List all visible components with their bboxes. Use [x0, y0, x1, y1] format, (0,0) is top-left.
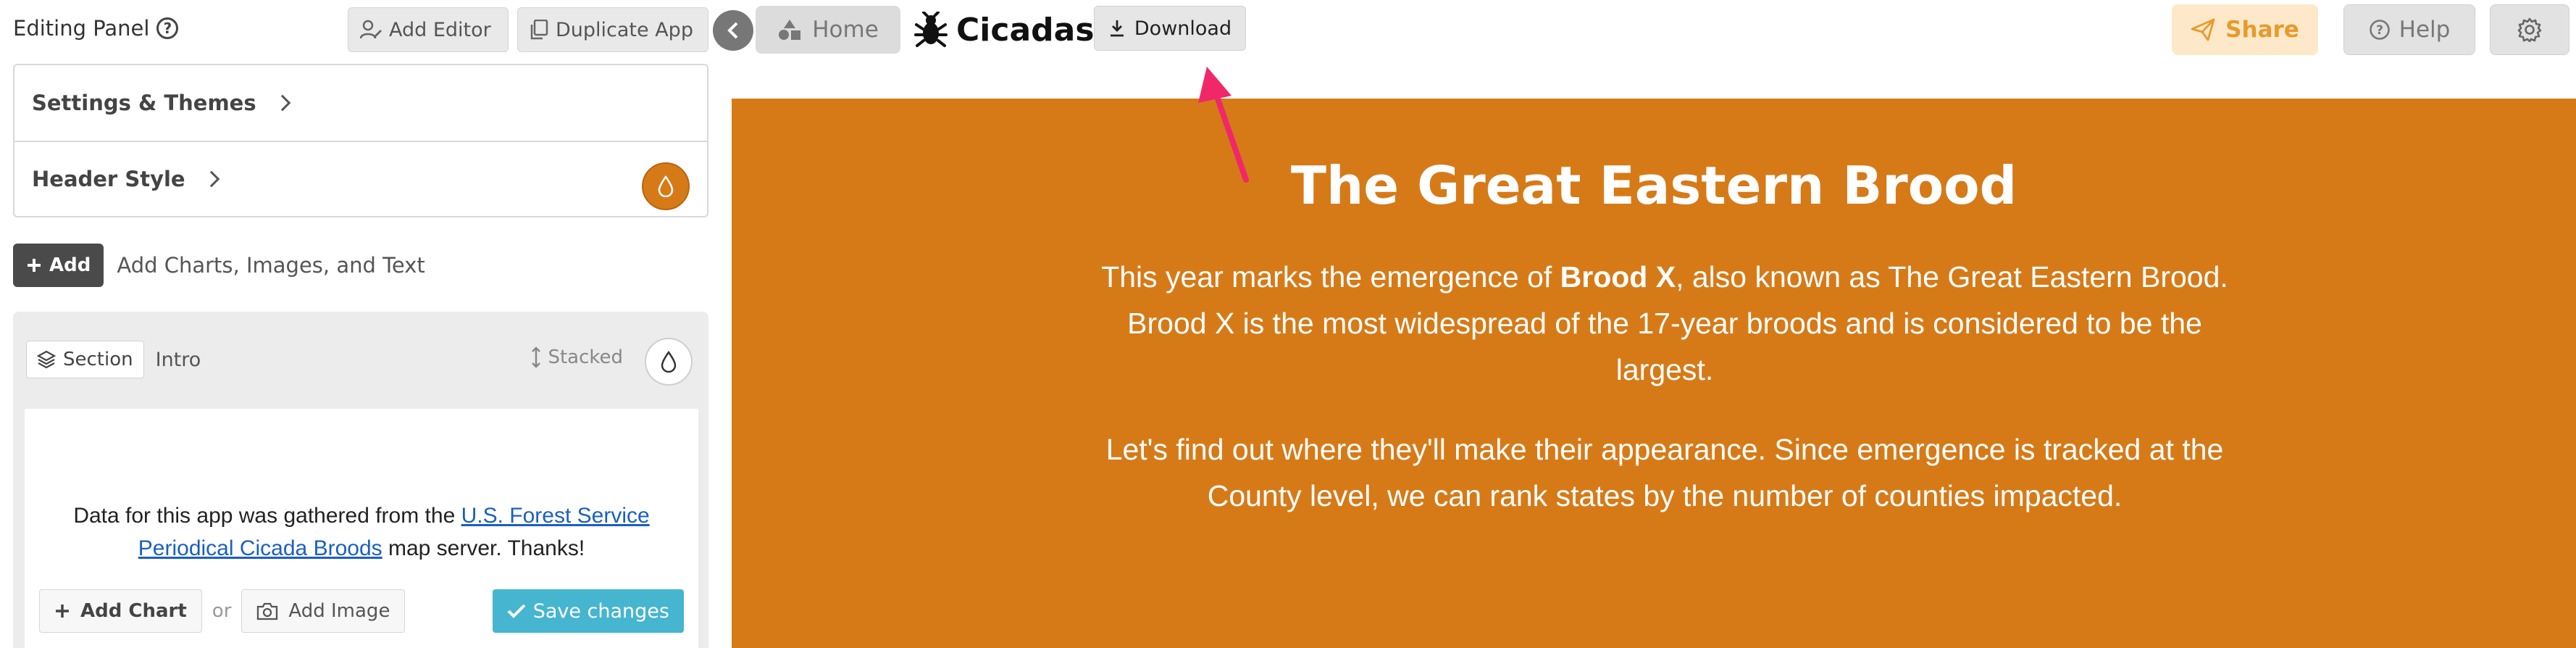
layout-toggle[interactable]: Stacked — [530, 346, 623, 368]
collapse-panel-button[interactable] — [713, 10, 753, 51]
bug-icon — [914, 12, 948, 47]
app-title: Cicadas — [914, 6, 1095, 54]
section-chip-label: Section — [63, 349, 133, 370]
panel-title-text: Editing Panel — [13, 16, 150, 41]
section-actions: Add Chart or Add Image Save changes — [39, 589, 684, 634]
add-hint: Add Charts, Images, and Text — [117, 253, 425, 278]
vertical-arrows-icon — [532, 346, 541, 368]
help-label: Help — [2399, 17, 2451, 43]
section-color-button[interactable] — [645, 338, 693, 386]
chevron-right-icon — [274, 94, 290, 112]
svg-text:?: ? — [2376, 23, 2383, 38]
check-icon — [507, 604, 526, 618]
gear-icon — [2517, 17, 2542, 42]
home-label: Home — [812, 17, 879, 43]
add-editor-button[interactable]: Add Editor — [348, 7, 509, 52]
layers-icon — [37, 350, 56, 369]
add-chart-label: Add Chart — [80, 600, 187, 622]
p1-before: This year marks the emergence of — [1101, 260, 1560, 294]
shapes-icon — [779, 20, 801, 40]
section-name: Intro — [155, 348, 201, 371]
duplicate-app-label: Duplicate App — [556, 18, 693, 41]
app-name-text: Cicadas — [956, 11, 1095, 49]
add-button-label: Add — [49, 254, 91, 276]
camera-icon — [257, 602, 278, 620]
preview-title: The Great Eastern Brood — [1290, 155, 2017, 216]
droplet-icon — [658, 175, 674, 197]
add-image-button[interactable]: Add Image — [241, 589, 406, 633]
download-label: Download — [1134, 17, 1232, 40]
credit-after: map server. Thanks! — [382, 536, 585, 560]
layout-label: Stacked — [548, 346, 623, 368]
save-changes-button[interactable]: Save changes — [492, 589, 684, 633]
chevron-left-icon — [727, 22, 738, 39]
add-image-label: Add Image — [288, 600, 390, 622]
share-button[interactable]: Share — [2172, 4, 2318, 55]
add-editor-label: Add Editor — [389, 18, 491, 41]
panel-title: Editing Panel ? — [13, 13, 179, 43]
header-color-button[interactable] — [642, 162, 690, 210]
plus-icon — [56, 605, 69, 618]
duplicate-app-button[interactable]: Duplicate App — [517, 7, 708, 52]
preview-paragraph-1: This year marks the emergence of Brood X… — [1100, 254, 2230, 393]
section-type-chip[interactable]: Section — [26, 341, 144, 378]
editing-panel: Editing Panel ? Add Editor Duplicate App… — [0, 0, 724, 648]
settings-gear-button[interactable] — [2490, 4, 2569, 55]
droplet-icon — [661, 351, 677, 373]
add-chart-button[interactable]: Add Chart — [39, 589, 202, 633]
copy-icon — [530, 20, 548, 40]
home-button[interactable]: Home — [756, 6, 900, 54]
settings-themes-row[interactable]: Settings & Themes — [14, 65, 707, 141]
p1-bold: Brood X — [1560, 260, 1676, 294]
add-button[interactable]: Add — [13, 244, 104, 287]
section-card: Section Intro Stacked Data for this app … — [13, 312, 708, 648]
credit-before: Data for this app was gathered from the — [73, 504, 461, 528]
settings-accordion: Settings & Themes Header Style — [13, 64, 708, 217]
annotation-arrow — [1198, 67, 1249, 183]
chevron-right-icon — [203, 170, 219, 188]
help-circle-icon: ? — [2369, 20, 2390, 40]
help-circle-icon[interactable]: ? — [156, 17, 179, 39]
preview-paragraph-2: Let's find out where they'll make their … — [1105, 433, 2224, 512]
download-icon — [1110, 20, 1124, 37]
settings-themes-label: Settings & Themes — [32, 91, 256, 115]
section-text-editor[interactable]: Data for this app was gathered from the … — [25, 409, 698, 648]
send-icon — [2191, 18, 2215, 41]
data-credit-text: Data for this app was gathered from the … — [39, 499, 684, 565]
plus-icon — [28, 259, 41, 272]
user-edit-icon — [360, 20, 382, 39]
share-label: Share — [2225, 17, 2299, 43]
save-changes-label: Save changes — [532, 599, 669, 623]
section-header: Section Intro — [26, 341, 201, 378]
download-button[interactable]: Download — [1094, 6, 1246, 51]
help-button[interactable]: ? Help — [2343, 4, 2475, 55]
or-label: or — [212, 600, 232, 622]
add-content-row: Add Add Charts, Images, and Text — [13, 244, 425, 287]
header-style-row[interactable]: Header Style — [14, 141, 707, 216]
header-style-label: Header Style — [32, 167, 185, 191]
app-preview: The Great Eastern Brood This year marks … — [732, 99, 2576, 648]
